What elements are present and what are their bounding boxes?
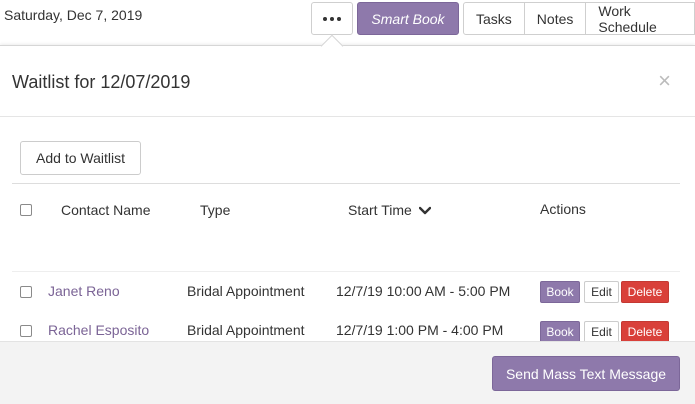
appointment-type: Bridal Appointment: [187, 322, 305, 338]
work-schedule-button[interactable]: Work Schedule: [585, 2, 695, 35]
tasks-button[interactable]: Tasks: [463, 2, 525, 35]
modal-title: Waitlist for 12/07/2019: [12, 72, 191, 92]
contact-name-header: Contact Name: [61, 202, 151, 218]
send-mass-text-button[interactable]: Send Mass Text Message: [492, 356, 680, 391]
smart-book-button[interactable]: Smart Book: [357, 2, 459, 35]
edit-button[interactable]: Edit: [584, 321, 619, 343]
modal-footer: Send Mass Text Message: [0, 341, 695, 404]
appointment-time: 12/7/19 1:00 PM - 4:00 PM: [336, 322, 504, 338]
delete-button[interactable]: Delete: [621, 321, 669, 343]
type-header: Type: [200, 202, 231, 218]
actions-header: Actions: [540, 201, 586, 217]
tool-tabs: Tasks Notes Work Schedule: [463, 2, 695, 35]
ellipsis-icon: [323, 16, 341, 21]
row-checkbox[interactable]: [20, 325, 32, 337]
delete-button[interactable]: Delete: [621, 281, 669, 303]
start-time-header[interactable]: Start Time: [348, 202, 431, 219]
appointment-type: Bridal Appointment: [187, 283, 305, 299]
edit-button[interactable]: Edit: [584, 281, 619, 303]
book-button[interactable]: Book: [540, 281, 580, 303]
waitlist-popover: Waitlist for 12/07/2019 × Add to Waitlis…: [0, 45, 695, 404]
notes-button[interactable]: Notes: [523, 2, 587, 35]
add-to-waitlist-button[interactable]: Add to Waitlist: [20, 141, 141, 175]
table-header-row: Contact Name Type Start Time Actions: [12, 191, 680, 229]
close-icon[interactable]: ×: [658, 70, 671, 92]
select-all-checkbox[interactable]: [20, 204, 32, 216]
row-checkbox[interactable]: [20, 286, 32, 298]
table-row: Janet Reno Bridal Appointment 12/7/19 10…: [12, 272, 680, 310]
table-top-divider: [12, 183, 680, 184]
start-time-header-label: Start Time: [348, 202, 412, 218]
contact-link[interactable]: Rachel Esposito: [48, 322, 149, 338]
book-button[interactable]: Book: [540, 321, 580, 343]
current-date-label: Saturday, Dec 7, 2019: [4, 7, 143, 23]
appointment-time: 12/7/19 10:00 AM - 5:00 PM: [336, 283, 511, 299]
top-toolbar: Saturday, Dec 7, 2019 Smart Book Tasks N…: [0, 0, 695, 44]
chevron-down-icon[interactable]: [418, 203, 431, 219]
modal-header: Waitlist for 12/07/2019 ×: [0, 46, 695, 117]
more-options-button[interactable]: [311, 2, 353, 35]
contact-link[interactable]: Janet Reno: [48, 283, 120, 299]
